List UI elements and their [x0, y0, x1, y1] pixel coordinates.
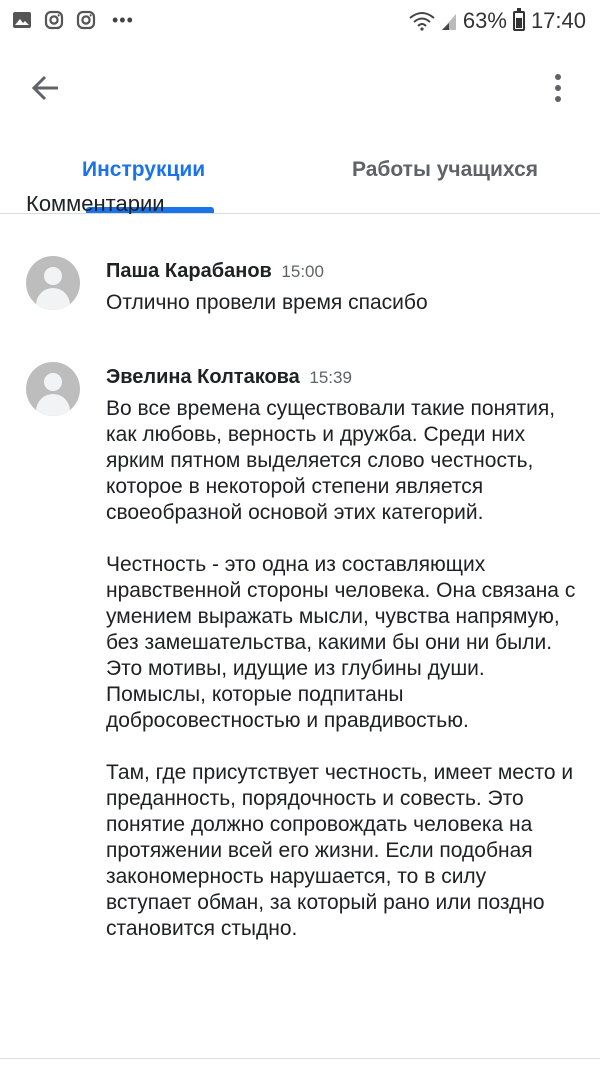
avatar-head: [44, 373, 62, 391]
comment-header: Паша Карабанов 15:00: [106, 260, 324, 283]
comment-author: Эвелина Колтакова: [106, 366, 300, 388]
back-button[interactable]: [26, 68, 66, 108]
comment-text: Во все времена существовали такие поняти…: [106, 396, 576, 968]
avatar-head: [44, 267, 62, 285]
battery-percent: 63%: [462, 8, 507, 33]
system-status: 63% 17:40: [409, 8, 586, 34]
gallery-icon: [13, 12, 31, 28]
comment-paragraph: Во все времена существовали такие поняти…: [106, 397, 556, 524]
app-bar: [0, 50, 600, 122]
battery-icon: [512, 8, 525, 31]
divider: [0, 1058, 600, 1059]
avatar-body: [36, 288, 70, 310]
avatar[interactable]: [26, 256, 80, 310]
more-vert-dot: [555, 85, 561, 91]
tab-instructions[interactable]: Инструкции: [82, 158, 205, 182]
comment-text: Отлично провели время спасибо: [106, 290, 576, 342]
instagram-icon: [44, 10, 64, 30]
comments-section-heading: Комментарии: [26, 196, 226, 214]
more-vert-icon: [555, 74, 561, 80]
comment-time: 15:39: [309, 368, 352, 387]
more-vert-dot: [555, 96, 561, 102]
comment-paragraph: Там, где присутствует честность, имеет м…: [106, 761, 574, 940]
notification-icons: •••: [12, 10, 134, 30]
avatar[interactable]: [26, 362, 80, 416]
comments-heading-text: Комментарии: [26, 196, 165, 214]
more-notifications-icon: •••: [112, 10, 134, 30]
status-bar: ••• 63% 17:40: [0, 0, 600, 40]
comment-author: Паша Карабанов: [106, 260, 272, 282]
more-options-button[interactable]: [538, 68, 578, 108]
tab-student-works[interactable]: Работы учащихся: [352, 158, 538, 182]
clock: 17:40: [530, 8, 586, 33]
wifi-icon: [409, 12, 435, 31]
arrow-back-icon: [31, 75, 58, 101]
comment-paragraph: Честность - это одна из составляющих нра…: [106, 553, 576, 732]
instagram-icon: [76, 10, 96, 30]
comment-time: 15:00: [281, 262, 324, 281]
comment-paragraph: Отлично провели время спасибо: [106, 291, 428, 314]
comment-header: Эвелина Колтакова 15:39: [106, 366, 352, 389]
signal-icon: [441, 14, 456, 30]
avatar-body: [36, 394, 70, 416]
